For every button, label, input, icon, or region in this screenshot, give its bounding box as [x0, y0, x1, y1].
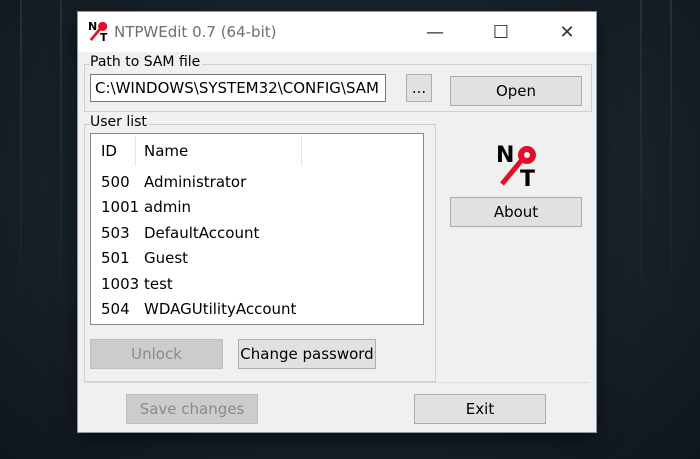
list-item[interactable]: 1003 test	[91, 272, 421, 297]
user-id: 504	[101, 300, 130, 318]
user-name: Administrator	[144, 173, 247, 191]
column-header-id[interactable]: ID	[101, 134, 117, 168]
column-divider[interactable]	[135, 136, 136, 166]
user-id: 1001	[101, 198, 140, 216]
list-item[interactable]: 501 Guest	[91, 246, 421, 271]
list-item[interactable]: 1001 admin	[91, 195, 421, 220]
title-bar[interactable]: N T NTPWEdit 0.7 (64-bit) — ☐ ✕	[78, 12, 596, 52]
change-password-button[interactable]: Change password	[238, 339, 376, 369]
bottom-divider	[84, 382, 590, 383]
sam-path-input[interactable]: C:\WINDOWS\SYSTEM32\CONFIG\SAM	[90, 74, 386, 102]
user-list-group-label: User list	[90, 114, 149, 130]
user-name: DefaultAccount	[144, 224, 260, 242]
svg-text:N: N	[496, 143, 514, 168]
user-id: 500	[101, 173, 130, 191]
svg-text:T: T	[100, 31, 108, 42]
browse-button[interactable]: ...	[406, 74, 432, 102]
user-name: Guest	[144, 249, 189, 267]
user-list[interactable]: ID Name 500 Administrator 1001 admin 503…	[90, 133, 424, 325]
open-button[interactable]: Open	[450, 76, 582, 106]
close-icon: ✕	[559, 21, 575, 43]
column-divider[interactable]	[301, 136, 302, 166]
about-button[interactable]: About	[450, 197, 582, 227]
user-id: 501	[101, 249, 130, 267]
list-item[interactable]: 500 Administrator	[91, 170, 421, 195]
minimize-button[interactable]: —	[412, 12, 458, 52]
column-header-name[interactable]: Name	[144, 134, 188, 168]
user-name: WDAGUtilityAccount	[144, 300, 297, 318]
path-group-label: Path to SAM file	[90, 54, 203, 70]
unlock-button[interactable]: Unlock	[90, 339, 223, 369]
list-item[interactable]: 504 WDAGUtilityAccount	[91, 297, 421, 322]
user-id: 1003	[101, 275, 140, 293]
svg-text:N: N	[88, 20, 97, 33]
svg-text:T: T	[520, 167, 535, 188]
user-name: test	[144, 275, 173, 293]
user-name: admin	[144, 198, 191, 216]
user-id: 503	[101, 224, 130, 242]
save-changes-button[interactable]: Save changes	[126, 394, 258, 424]
list-item[interactable]: 503 DefaultAccount	[91, 221, 421, 246]
maximize-icon: ☐	[492, 21, 510, 43]
close-button[interactable]: ✕	[544, 12, 590, 52]
ntpwedit-window: N T NTPWEdit 0.7 (64-bit) — ☐ ✕ Path to …	[78, 12, 596, 432]
window-title: NTPWEdit 0.7 (64-bit)	[114, 23, 277, 41]
exit-button[interactable]: Exit	[414, 394, 546, 424]
nt-key-logo-icon: N T	[88, 20, 108, 42]
nt-key-logo-icon: N T	[496, 143, 536, 188]
maximize-button[interactable]: ☐	[478, 12, 524, 52]
minimize-icon: —	[426, 21, 444, 43]
